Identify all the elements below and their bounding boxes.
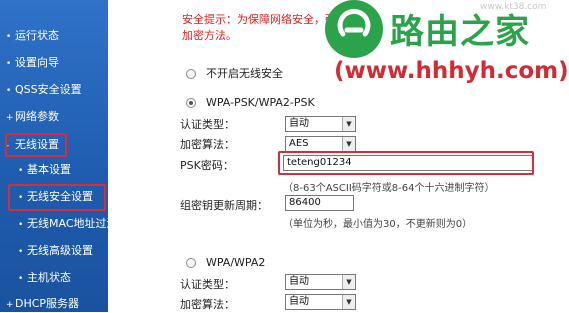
sidebar-item-advanced[interactable]: • 无线高级设置 [18,243,93,260]
bullet-icon: • [6,86,12,96]
watermark-url: (www.hhhyh.com) [334,58,569,84]
encryption-label: 加密算法： [180,138,235,151]
psk-hint: （8-63个ASCII码字符或8-64个十六进制字符） [283,183,495,194]
watermark-title: 路由之家 [390,12,530,52]
radio-no-security[interactable] [186,69,196,79]
sidebar-menu: • 运行状态 • 设置向导 • QSS安全设置 +网络参数 - 无线设置 • 基本设置 •… [0,0,118,313]
sidebar-item-basic[interactable]: • 基本设置 [18,162,71,179]
group-key-renew-input[interactable]: 86400 [285,195,354,211]
router-logo-icon [337,8,371,37]
bullet-icon: • [18,247,24,257]
sidebar-item-dhcp[interactable]: +DHCP服务器 [6,296,79,313]
radio-wpa-psk[interactable] [186,98,196,108]
sidebar-item-qss[interactable]: • QSS安全设置 [6,82,82,99]
sidebar-item-host-status[interactable]: • 主机状态 [18,270,71,287]
highlight-box-wireless [5,133,67,157]
sidebar-item-status[interactable]: • 运行状态 [6,28,59,45]
option-no-security[interactable]: 不开启无线安全 [186,65,283,81]
highlight-box-security [8,184,106,211]
option-wpa[interactable]: WPA/WPA2 [186,256,265,269]
watermark-logo-icon [325,0,383,58]
wpa-auth-type-label: 认证类型： [180,278,235,291]
auth-type-select[interactable]: 自动 ▼ [285,116,356,132]
bullet-icon: • [18,166,24,176]
auth-type-label: 认证类型： [180,118,235,131]
highlight-box-psk [278,151,534,175]
sidebar-item-wizard[interactable]: • 设置向导 [6,55,59,72]
wpa-encryption-select[interactable]: 自动 ▼ [285,294,356,310]
encryption-select[interactable]: AES ▼ [285,136,356,152]
psk-password-label: PSK密码： [180,159,234,172]
option-wpa-psk[interactable]: WPA-PSK/WPA2-PSK [186,96,315,109]
sidebar-item-network[interactable]: +网络参数 [6,109,59,126]
dropdown-arrow-icon: ▼ [342,275,355,289]
dropdown-arrow-icon: ▼ [342,137,355,151]
dropdown-arrow-icon: ▼ [342,117,355,131]
radio-wpa[interactable] [186,258,196,268]
renew-hint: （单位为秒，最小值为30，不更新则为0） [283,219,473,230]
plus-icon: + [6,113,14,123]
bullet-icon: • [18,274,24,284]
plus-icon: + [6,300,14,310]
sidebar-item-mac-filter[interactable]: • 无线MAC地址过滤 [18,216,118,233]
bullet-icon: • [6,32,12,42]
group-key-renew-label: 组密钥更新周期： [180,199,268,212]
wpa-auth-type-select[interactable]: 自动 ▼ [285,274,356,290]
dropdown-arrow-icon: ▼ [342,295,355,309]
wpa-encryption-label: 加密算法： [180,298,235,311]
bullet-icon: • [6,59,12,69]
bullet-icon: • [18,220,24,230]
